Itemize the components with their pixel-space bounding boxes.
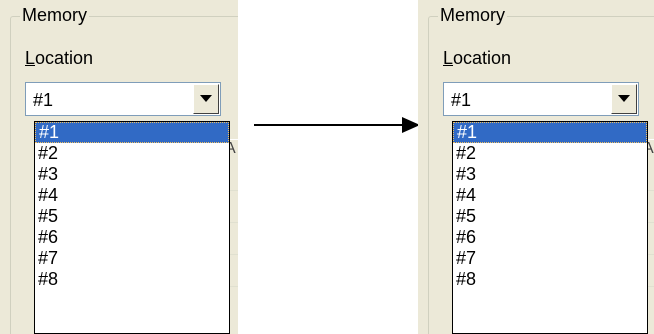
list-item[interactable]: #8 [453,269,647,290]
memory-group-title: Memory [20,4,90,26]
location-accelerator: L [443,48,454,68]
left-panel: Memory Location #1 A #1 #2 #3 #4 #5 #6 #… [0,0,238,334]
right-panel: Memory Location #1 A #1 #2 #3 #4 #5 #6 #… [418,0,654,334]
location-label-rest: ocation [453,48,512,68]
location-dropdown-list[interactable]: #1 #2 #3 #4 #5 #6 #7 #8 [452,121,648,334]
location-dropdown-list[interactable]: #1 #2 #3 #4 #5 #6 #7 #8 [34,121,230,334]
location-accelerator: L [25,48,36,68]
list-item[interactable]: #8 [35,269,229,290]
arrow-right-icon [254,117,420,133]
list-item[interactable]: #4 [35,185,229,206]
list-item[interactable]: #2 [35,143,229,164]
location-combobox[interactable]: #1 [25,82,221,116]
location-combobox-value: #1 [451,90,472,110]
list-item[interactable]: #2 [453,143,647,164]
location-label-rest: ocation [35,48,94,68]
list-item[interactable]: #4 [453,185,647,206]
location-combobox[interactable]: #1 [443,82,639,116]
list-item[interactable]: #6 [453,227,647,248]
location-combobox-value: #1 [33,90,54,110]
location-label: Location [25,47,93,69]
dropdown-button[interactable] [611,84,637,114]
list-item[interactable]: #5 [35,206,229,227]
dropdown-button[interactable] [193,84,219,114]
list-item[interactable]: #3 [35,164,229,185]
list-item[interactable]: #1 [35,122,229,143]
location-label: Location [443,47,511,69]
list-item[interactable]: #5 [453,206,647,227]
memory-group-title: Memory [438,4,508,26]
chevron-down-icon [200,95,212,102]
list-item[interactable]: #1 [453,122,647,143]
list-item[interactable]: #6 [35,227,229,248]
list-item[interactable]: #7 [453,248,647,269]
chevron-down-icon [618,95,630,102]
list-item[interactable]: #7 [35,248,229,269]
list-item[interactable]: #3 [453,164,647,185]
